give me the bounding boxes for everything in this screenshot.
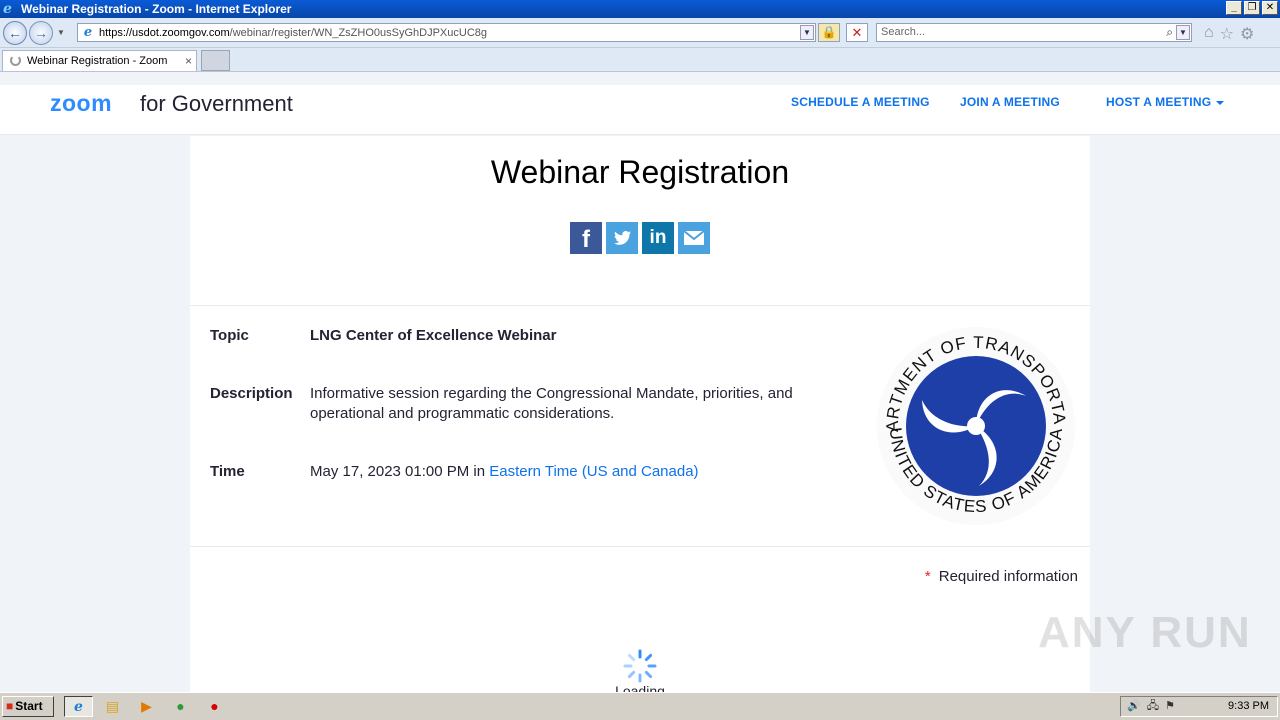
tab-bar: Webinar Registration - Zoom × <box>0 48 1280 72</box>
taskbar-clock[interactable]: 9:33 PM <box>1228 697 1269 716</box>
section-divider <box>190 546 1090 547</box>
page-title: Webinar Registration <box>490 154 790 190</box>
address-dropdown-icon[interactable]: ▼ <box>800 25 814 40</box>
time-zone-link[interactable]: Eastern Time (US and Canada) <box>489 463 698 480</box>
topic-value: LNG Center of Excellence Webinar <box>310 327 557 344</box>
facebook-icon: f <box>582 226 590 253</box>
share-linkedin-button[interactable]: in <box>642 222 674 254</box>
tab-webinar-registration[interactable]: Webinar Registration - Zoom × <box>2 50 197 71</box>
search-dropdown-icon[interactable]: ▼ <box>1176 25 1190 40</box>
url-host: https://usdot.zoomgov.com <box>99 26 230 39</box>
required-info-text: Required information <box>938 568 1078 585</box>
search-icon[interactable]: ⌕ <box>1166 24 1173 41</box>
taskbar-explorer-icon[interactable]: ▤ <box>98 696 127 717</box>
required-star: * <box>924 568 931 585</box>
caret-down-icon <box>1216 100 1225 105</box>
envelope-icon <box>683 230 705 245</box>
site-header: zoom for Government SCHEDULE A MEETING J… <box>0 85 1280 135</box>
stop-button[interactable]: ✕ <box>846 23 868 42</box>
start-label: Start <box>15 699 43 713</box>
tab-title: Webinar Registration - Zoom <box>27 55 168 67</box>
search-input[interactable]: Search... ⌕ ▼ <box>876 23 1192 42</box>
new-tab-button[interactable] <box>201 50 230 71</box>
windows-flag-icon: ■ <box>6 699 14 713</box>
forward-button[interactable]: → <box>29 20 53 45</box>
history-dropdown-icon[interactable]: ▼ <box>57 28 65 37</box>
taskbar-ie-icon[interactable]: e <box>64 696 93 717</box>
share-email-button[interactable] <box>678 222 710 254</box>
ie-page-icon: e <box>83 24 93 40</box>
share-facebook-button[interactable]: f <box>570 222 602 254</box>
nav-host-meeting[interactable]: HOST A MEETING <box>1106 95 1225 109</box>
stop-icon: ✕ <box>851 25 863 40</box>
time-label: Time <box>210 463 245 480</box>
lock-icon: 🔒 <box>821 25 837 39</box>
browser-navigation-bar: ← → ▼ e https://usdot.zoomgov.com/webina… <box>0 18 1280 48</box>
description-label: Description <box>210 385 293 402</box>
taskbar-security-alert-icon[interactable]: ● <box>200 696 229 717</box>
ie-logo-icon: e <box>3 1 12 17</box>
forward-arrow-icon: → <box>34 24 48 41</box>
topic-label: Topic <box>210 327 249 344</box>
window-title: Webinar Registration - Zoom - Internet E… <box>21 2 292 16</box>
favorites-star-icon[interactable]: ☆ <box>1220 24 1234 44</box>
address-bar[interactable]: e https://usdot.zoomgov.com/webinar/regi… <box>77 23 816 42</box>
zoom-logo-subtitle: for Government <box>140 91 293 116</box>
loading-spinner-icon <box>623 649 657 683</box>
taskbar-media-player-icon[interactable]: ▶ <box>132 696 161 717</box>
dot-seal-logo: DEPARTMENT OF TRANSPORTATION UNITED STAT… <box>876 326 1075 525</box>
tools-gear-icon[interactable]: ⚙ <box>1240 24 1254 44</box>
minimize-button[interactable]: _ <box>1226 1 1242 15</box>
window-controls: _ ❐ ✕ <box>1226 1 1278 15</box>
time-datetime: May 17, 2023 01:00 PM in <box>310 463 486 480</box>
close-window-button[interactable]: ✕ <box>1262 1 1278 15</box>
description-value: Informative session regarding the Congre… <box>310 385 793 422</box>
anyrun-watermark: ANY RUN <box>1038 608 1252 657</box>
share-twitter-button[interactable] <box>606 222 638 254</box>
twitter-bird-icon <box>614 231 631 245</box>
start-button[interactable]: ■ Start <box>2 696 54 717</box>
nav-host-meeting-label: HOST A MEETING <box>1106 95 1212 109</box>
nav-join-meeting[interactable]: JOIN A MEETING <box>960 95 1060 109</box>
browser-toolbar-icons: ⌂ ☆ ⚙ <box>1204 24 1254 44</box>
back-arrow-icon: ← <box>8 24 22 41</box>
back-button[interactable]: ← <box>3 20 27 45</box>
restore-button[interactable]: ❐ <box>1244 1 1260 15</box>
home-icon[interactable]: ⌂ <box>1204 24 1214 44</box>
linkedin-icon: in <box>649 227 667 248</box>
share-buttons: f in <box>570 222 710 254</box>
time-value: May 17, 2023 01:00 PM in Eastern Time (U… <box>310 462 830 482</box>
registration-panel: Webinar Registration f in Topic LNG Cent… <box>190 136 1090 692</box>
address-url[interactable]: https://usdot.zoomgov.com/webinar/regist… <box>99 27 487 39</box>
zoom-logo[interactable]: zoom <box>50 90 112 117</box>
required-info-note: * Required information <box>925 568 1078 585</box>
tray-icons[interactable]: 🔊🖧⚑ <box>1127 697 1181 716</box>
window-title-bar[interactable]: e Webinar Registration - Zoom - Internet… <box>0 0 1280 18</box>
tab-loading-spinner-icon <box>10 55 21 66</box>
security-lock-button[interactable]: 🔒 <box>818 23 840 42</box>
section-divider <box>190 305 1090 306</box>
tab-close-icon[interactable]: × <box>185 51 192 71</box>
nav-schedule-meeting[interactable]: SCHEDULE A MEETING <box>791 95 930 109</box>
url-path: /webinar/register/WN_ZsZHO0usSyGhDJPXucU… <box>229 26 487 39</box>
windows-taskbar: ■ Start e ▤ ▶ ● ● 🔊🖧⚑ 9:33 PM <box>0 692 1280 720</box>
loading-text: Loading <box>615 683 665 692</box>
search-placeholder: Search... <box>881 26 926 38</box>
system-tray: 🔊🖧⚑ 9:33 PM <box>1120 696 1278 717</box>
taskbar-chrome-icon[interactable]: ● <box>166 696 195 717</box>
